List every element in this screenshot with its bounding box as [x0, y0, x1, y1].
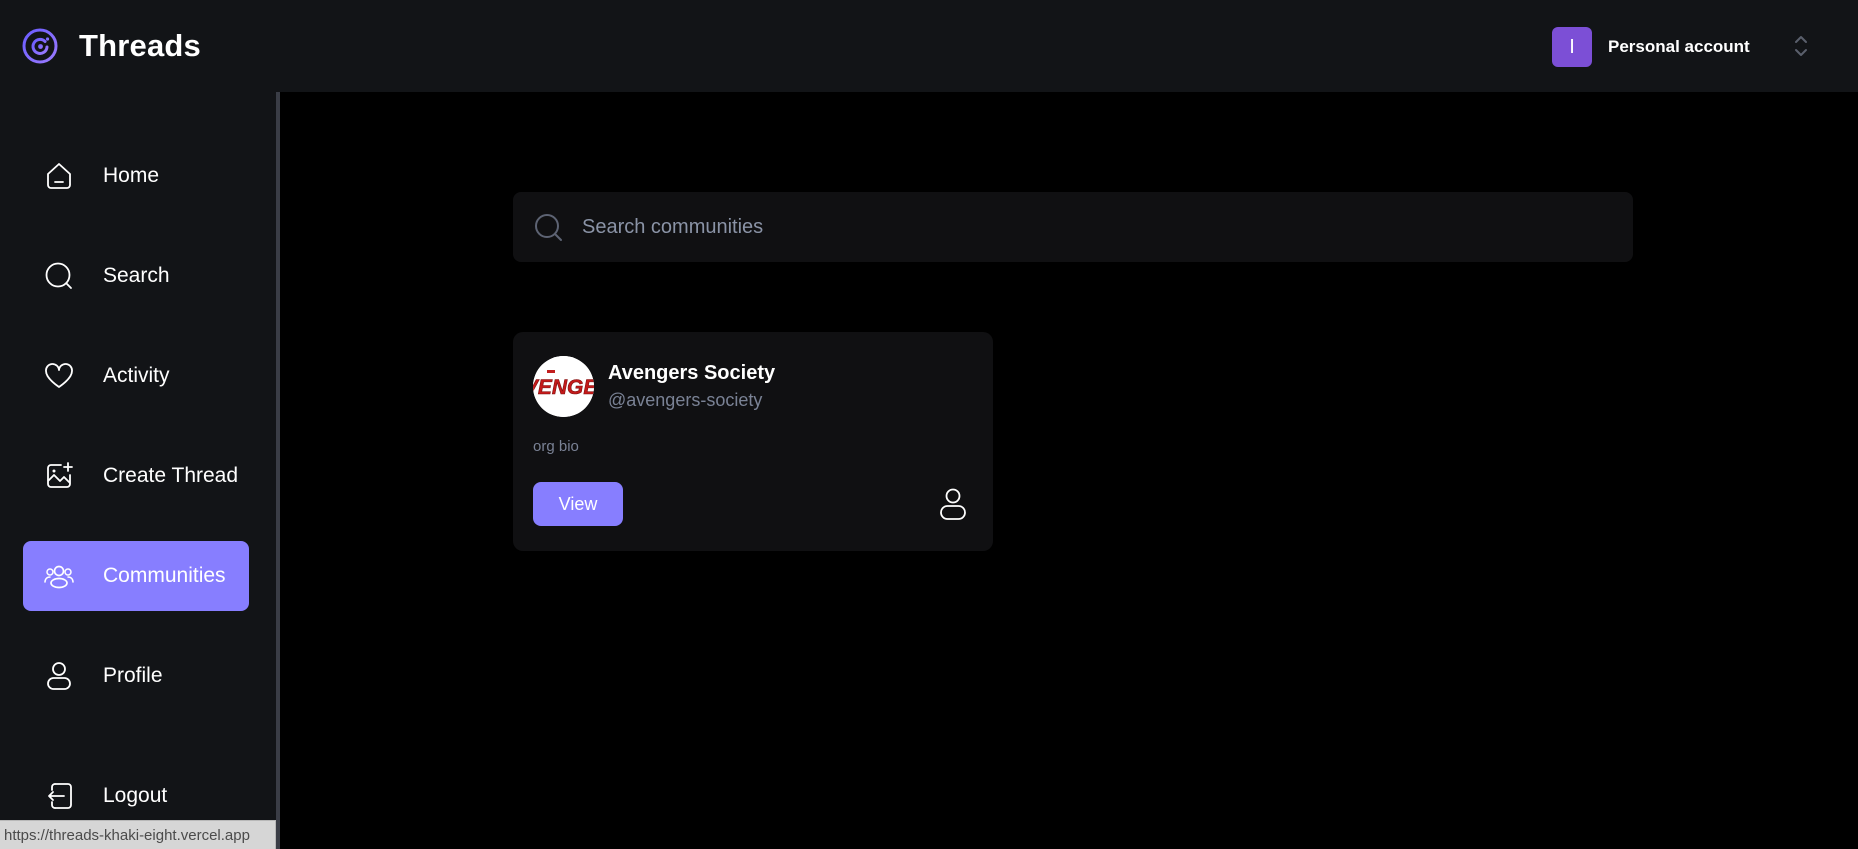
- top-bar: Threads I Personal account: [0, 0, 1858, 92]
- sidebar-item-label: Search: [103, 264, 170, 287]
- logout-icon: [48, 783, 72, 809]
- search-bar[interactable]: [513, 192, 1633, 262]
- sidebar-item-label: Logout: [103, 784, 168, 807]
- sidebar-item-communities[interactable]: Communities: [23, 541, 249, 611]
- communities-icon: [44, 565, 74, 589]
- account-avatar: I: [1552, 27, 1592, 67]
- sidebar-item-label: Home: [103, 164, 160, 187]
- view-button[interactable]: View: [533, 482, 623, 526]
- search-icon: [535, 214, 562, 241]
- status-url: https://threads-khaki-eight.vercel.app: [0, 820, 276, 849]
- create-image-icon: [47, 462, 73, 488]
- heart-icon: [45, 363, 73, 388]
- brand[interactable]: Threads: [22, 28, 201, 64]
- search-input[interactable]: [582, 209, 1582, 245]
- community-avatar[interactable]: VENGEI: [533, 356, 594, 417]
- user-icon: [47, 662, 71, 690]
- threads-logo-icon: [22, 28, 58, 64]
- sidebar-item-label: Profile: [103, 664, 163, 687]
- sidebar-item-profile[interactable]: Profile: [23, 641, 249, 711]
- community-logo-image: VENGEI: [533, 356, 594, 417]
- sidebar-item-label: Create Thread: [103, 464, 239, 487]
- home-icon: [47, 163, 71, 189]
- search-icon: [45, 262, 72, 289]
- sidebar-item-label: Activity: [103, 364, 170, 387]
- community-handle: @avengers-society: [608, 390, 763, 410]
- community-logo-text: VENGEI: [533, 376, 594, 399]
- chevron-up-down-icon[interactable]: [1793, 33, 1809, 59]
- sidebar-item-activity[interactable]: Activity: [23, 341, 249, 411]
- community-bio: org bio: [533, 438, 579, 455]
- account-name: Personal account: [1608, 37, 1750, 56]
- sidebar-item-home[interactable]: Home: [23, 141, 249, 211]
- community-name[interactable]: Avengers Society: [608, 362, 775, 385]
- sidebar-item-label: Communities: [103, 564, 226, 587]
- sidebar-item-search[interactable]: Search: [23, 241, 249, 311]
- sidebar: Home Search Activity Create Thread Commu…: [0, 92, 280, 849]
- community-card: VENGEI Avengers Society @avengers-societ…: [513, 332, 993, 551]
- user-icon: [940, 488, 966, 520]
- account-switcher[interactable]: I Personal account: [1552, 27, 1750, 67]
- sidebar-item-create-thread[interactable]: Create Thread: [23, 441, 249, 511]
- app-title: Threads: [79, 28, 201, 63]
